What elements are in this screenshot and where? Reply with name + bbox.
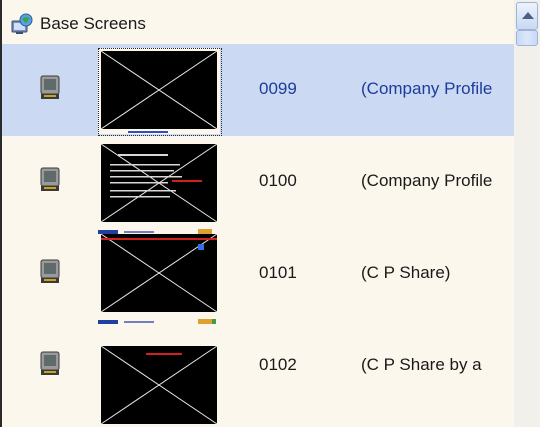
tree-header[interactable]: Base Screens [2, 0, 514, 44]
screen-row-0102[interactable]: 0102 (C P Share by a [2, 320, 514, 425]
chevron-up-icon [522, 12, 534, 19]
screen-row-0100[interactable]: 0100 (Company Profile [2, 136, 514, 234]
screen-monitor-icon [40, 259, 60, 283]
screen-monitor-icon [40, 167, 60, 191]
tree-header-title: Base Screens [40, 14, 146, 33]
screen-thumbnail[interactable] [98, 48, 222, 136]
screen-id: 0099 [259, 79, 297, 98]
base-screens-panel: Base Screens 0099 (Company Profile 0100 … [0, 0, 540, 427]
scrollbar-thumb[interactable] [516, 30, 538, 46]
vertical-scrollbar[interactable] [514, 0, 540, 427]
screen-thumbnail[interactable] [98, 232, 222, 324]
thumbnail-image [98, 143, 218, 234]
thumbnail-image [98, 233, 218, 324]
screen-id: 0100 [259, 171, 297, 190]
scroll-up-button[interactable] [516, 2, 538, 30]
screen-name: (C P Share by a [361, 355, 482, 374]
screen-monitor-icon [40, 351, 60, 375]
screen-thumbnail[interactable] [98, 324, 222, 425]
screen-row-0099[interactable]: 0099 (Company Profile [2, 44, 514, 136]
screen-monitor-icon [40, 75, 60, 99]
screen-name: (Company Profile [361, 171, 493, 190]
selection-focus-border [98, 48, 222, 136]
screen-id: 0102 [259, 355, 297, 374]
screen-id: 0101 [259, 263, 297, 282]
screen-list: 0099 (Company Profile 0100 (Company Prof… [2, 44, 514, 427]
screen-name: (C P Share) [361, 263, 451, 282]
thumbnail-image [100, 345, 218, 425]
screen-name: (Company Profile [361, 79, 493, 98]
base-screens-folder-icon [11, 13, 33, 34]
screen-row-0101[interactable]: 0101 (C P Share) [2, 228, 514, 324]
screen-thumbnail[interactable] [98, 140, 222, 234]
